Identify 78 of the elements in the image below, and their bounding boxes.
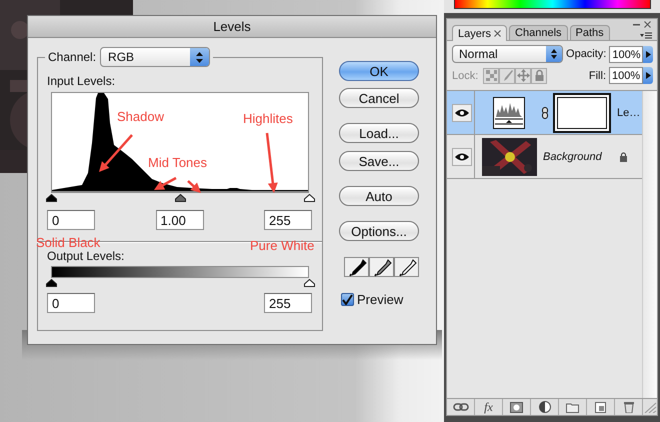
close-icon[interactable]: [494, 30, 502, 37]
close-icon[interactable]: [644, 21, 651, 28]
arrow: [266, 132, 278, 193]
color-spectrum[interactable]: [454, 0, 650, 9]
move-icon[interactable]: [516, 69, 530, 82]
checkmark-icon: [342, 294, 353, 305]
arrow: [187, 180, 201, 193]
input-levels-label: Input Levels:: [47, 74, 116, 89]
preview-label[interactable]: Preview: [357, 292, 404, 307]
layer-name: Le…: [617, 106, 640, 118]
input-field[interactable]: 0: [47, 210, 95, 230]
resize-grip-icon[interactable]: [643, 401, 657, 413]
arrow: [99, 134, 133, 172]
layer-name: Background: [543, 150, 602, 162]
layer-row[interactable]: Background: [447, 135, 642, 179]
panel-tab[interactable]: Layers: [452, 25, 508, 41]
annotation-label: Solid Black: [36, 235, 100, 250]
play-icon: [646, 72, 650, 79]
input-field[interactable]: 0: [47, 293, 95, 313]
dialog-button[interactable]: Save...: [339, 151, 419, 171]
fill-label: Fill:: [588, 70, 606, 82]
eye-icon[interactable]: [455, 108, 469, 116]
dialog-button[interactable]: Auto: [339, 186, 419, 206]
play-icon: [646, 50, 651, 58]
slider-handle[interactable]: [46, 279, 57, 287]
opacity-label: Opacity:: [566, 48, 606, 60]
opacity-arrow-button[interactable]: [643, 46, 653, 62]
layer-row[interactable]: Le…: [447, 91, 642, 135]
slider-handle[interactable]: [304, 194, 315, 202]
slider-handle[interactable]: [46, 194, 57, 202]
dialog-button[interactable]: Cancel: [339, 88, 419, 108]
new-layer-icon: [595, 402, 606, 412]
annotation-label: Mid Tones: [148, 155, 208, 170]
lock-label: Lock:: [452, 70, 478, 82]
panel-tab[interactable]: Channels: [509, 25, 568, 40]
channel-dropdown[interactable]: RGB: [100, 47, 210, 67]
slider-handle[interactable]: [175, 194, 186, 202]
fill-arrow-button[interactable]: [643, 67, 653, 84]
eyedropper-button[interactable]: [369, 257, 394, 277]
slider-handle[interactable]: [304, 279, 315, 287]
ok-button[interactable]: OK: [339, 61, 419, 81]
arrow: [154, 176, 177, 190]
minimize-icon[interactable]: [633, 21, 640, 28]
fill-field[interactable]: 100%: [609, 67, 643, 84]
channel-label: Channel:: [48, 50, 96, 64]
link-icon: [452, 402, 468, 412]
chain-link-icon: [542, 106, 548, 118]
levels-adjustment-icon: [493, 96, 525, 128]
window-title: Levels: [213, 19, 251, 34]
output-levels-label: Output Levels:: [47, 249, 126, 264]
eyedropper-button[interactable]: [344, 257, 369, 277]
stepper-icon: [551, 49, 558, 59]
panel-menu-icon[interactable]: [640, 32, 652, 39]
eye-icon[interactable]: [455, 152, 469, 160]
half-circle-icon: [538, 401, 550, 413]
fx-button[interactable]: fx: [475, 399, 503, 415]
blend-mode-dropdown[interactable]: Normal: [452, 45, 564, 63]
input-field[interactable]: 1.00: [156, 210, 204, 230]
annotation-label: Shadow: [117, 109, 164, 124]
eyedropper-icon: [346, 258, 366, 276]
annotation-label: Highlites: [243, 111, 293, 126]
dialog-button[interactable]: Options...: [339, 221, 419, 241]
eyedropper-icon: [396, 258, 416, 276]
dialog-button[interactable]: Load...: [339, 123, 419, 143]
scrollbar[interactable]: [642, 91, 657, 398]
opacity-field[interactable]: 100%: [609, 46, 644, 62]
checkbox[interactable]: [341, 293, 354, 306]
layer-mask-thumbnail: [553, 92, 611, 132]
eyedropper-icon: [372, 258, 392, 276]
input-field[interactable]: 255: [264, 293, 312, 313]
input-field[interactable]: 255: [264, 210, 312, 230]
folder-icon: [566, 402, 579, 412]
mask-icon: [510, 402, 523, 412]
panel-tab[interactable]: Paths: [570, 25, 610, 40]
eyedropper-button[interactable]: [394, 257, 419, 277]
annotation-label: Pure White: [250, 238, 314, 253]
lock-icon[interactable]: [532, 69, 546, 82]
stepper-icon: [196, 52, 204, 62]
